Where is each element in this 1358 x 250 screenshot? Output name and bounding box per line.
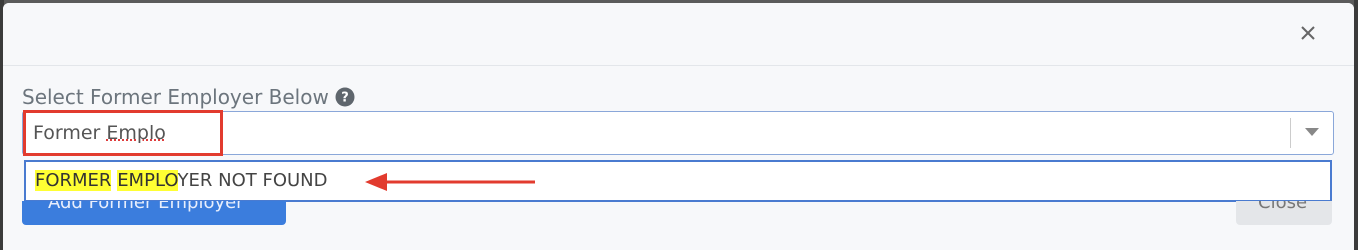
- spellcheck-word: Emplo: [106, 122, 166, 144]
- match-highlight: FORMER: [35, 170, 112, 191]
- match-highlight: EMPLO: [117, 170, 178, 191]
- backdrop: [1354, 0, 1358, 250]
- select-divider: [1290, 118, 1291, 148]
- question-circle-icon[interactable]: ?: [335, 87, 355, 107]
- former-employer-modal: Select Former Employer Below ? Former Em…: [3, 3, 1354, 250]
- dropdown-menu: FORMER EMPLOYER NOT FOUND: [24, 160, 1332, 202]
- dropdown-option[interactable]: FORMER EMPLOYER NOT FOUND: [35, 170, 327, 191]
- add-former-employer-button[interactable]: Add Former Employer: [22, 201, 286, 225]
- search-input[interactable]: Former Emplo: [33, 122, 166, 144]
- field-label-text: Select Former Employer Below: [22, 85, 329, 109]
- close-modal-button[interactable]: Close: [1236, 201, 1332, 225]
- close-button[interactable]: [1296, 21, 1320, 45]
- svg-text:?: ?: [341, 91, 349, 106]
- employer-select[interactable]: Former Emplo: [22, 111, 1334, 155]
- chevron-down-icon[interactable]: [1304, 127, 1320, 137]
- annotation-arrow-icon: [365, 173, 535, 191]
- close-icon: [1301, 26, 1315, 40]
- modal-header: [3, 3, 1354, 66]
- field-label: Select Former Employer Below ?: [22, 85, 355, 109]
